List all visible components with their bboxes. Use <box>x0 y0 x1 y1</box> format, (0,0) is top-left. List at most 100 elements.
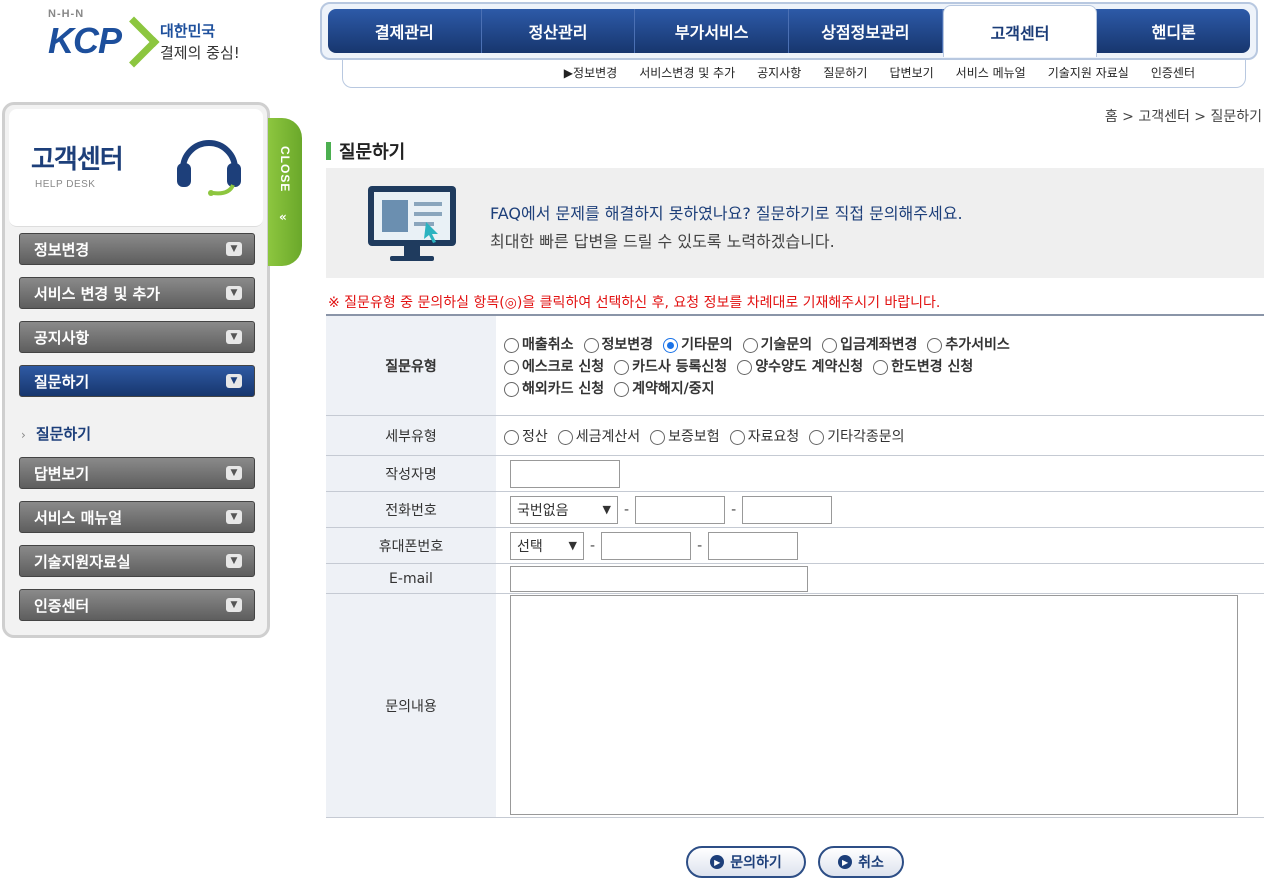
radio-icon <box>822 338 838 353</box>
kcp-logo[interactable]: N-H-N KCP 대한민국 결제의 중심! <box>40 8 270 78</box>
question-form: 질문유형 매출취소 정보변경 기타문의 기술문의 입금계좌변경 추가서비스 에스… <box>326 314 1264 818</box>
mobile-carrier-select[interactable]: 선택 ▼ <box>510 531 584 560</box>
question-type-row: 질문유형 매출취소 정보변경 기타문의 기술문의 입금계좌변경 추가서비스 에스… <box>326 316 1264 416</box>
radio-guarantee-insurance[interactable]: 보증보험 <box>650 426 720 446</box>
subnav-ask[interactable]: 질문하기 <box>823 64 867 81</box>
sub-navigation: ▶정보변경 서비스변경 및 추가 공지사항 질문하기 답변보기 서비스 메뉴얼 … <box>342 58 1246 88</box>
cancel-button[interactable]: ▶ 취소 <box>818 846 904 878</box>
sidebar-item-service-change[interactable]: 서비스 변경 및 추가 ▼ <box>19 277 255 309</box>
phone-last-input[interactable] <box>742 495 833 524</box>
author-input[interactable] <box>510 459 620 488</box>
radio-overseas-card[interactable]: 해외카드 신청 <box>504 378 604 398</box>
arrow-right-icon: ▶ <box>710 855 725 869</box>
subnav-tech-support[interactable]: 기술지원 자료실 <box>1048 64 1129 81</box>
sidebar-item-label: 서비스 변경 및 추가 <box>34 284 161 303</box>
radio-label: 기술문의 <box>760 336 813 353</box>
subnav-cert-center[interactable]: 인증센터 <box>1151 64 1195 81</box>
bullet-icon: › <box>21 428 26 442</box>
logo-tagline-1: 대한민국 <box>160 22 216 40</box>
phone-middle-input[interactable] <box>635 495 726 524</box>
subnav-service-change[interactable]: 서비스변경 및 추가 <box>639 64 735 81</box>
chevron-down-icon: ▼ <box>226 374 242 388</box>
email-cell <box>496 564 1264 593</box>
radio-misc-inquiry[interactable]: 기타각종문의 <box>809 426 905 446</box>
sidebar-close-tab[interactable]: CLOSE « <box>268 118 302 266</box>
mobile-middle-input[interactable] <box>601 531 692 560</box>
sidebar-item-ask[interactable]: 질문하기 ▼ <box>19 365 255 397</box>
sidebar-item-info-change[interactable]: 정보변경 ▼ <box>19 233 255 265</box>
radio-contract-termination[interactable]: 계약해지/중지 <box>614 378 715 398</box>
cancel-label: 취소 <box>858 855 884 871</box>
top-navigation: 결제관리 정산관리 부가서비스 상점정보관리 고객센터 핸디론 <box>320 2 1258 60</box>
sidebar-item-tech-support[interactable]: 기술지원자료실 ▼ <box>19 545 255 577</box>
sidebar-item-cert-center[interactable]: 인증센터 ▼ <box>19 589 255 621</box>
banner-line-1: FAQ에서 문제를 해결하지 못하였나요? 질문하기로 직접 문의해주세요. <box>490 204 963 223</box>
phone-area-select[interactable]: 국번없음 ▼ <box>510 495 618 524</box>
tab-extra-services[interactable]: 부가서비스 <box>635 9 790 53</box>
subnav-info-change[interactable]: ▶정보변경 <box>564 64 617 81</box>
sidebar-item-answers[interactable]: 답변보기 ▼ <box>19 457 255 489</box>
radio-icon <box>873 360 889 375</box>
chevron-down-icon: ▼ <box>226 466 242 480</box>
tab-customer-center[interactable]: 고객센터 <box>942 5 1098 57</box>
radio-label: 해외카드 신청 <box>522 380 605 397</box>
radio-escrow[interactable]: 에스크로 신청 <box>504 356 604 376</box>
radio-limit-change[interactable]: 한도변경 신청 <box>873 356 973 376</box>
radio-label: 추가서비스 <box>945 336 1010 353</box>
radio-icon <box>742 338 758 353</box>
mobile-cell: 선택 ▼ - - <box>496 528 1264 563</box>
question-type-label: 질문유형 <box>326 316 496 415</box>
radio-icon <box>504 360 519 375</box>
subnav-notice[interactable]: 공지사항 <box>757 64 801 81</box>
sidebar-item-label: 서비스 매뉴얼 <box>34 508 123 527</box>
radio-settlement[interactable]: 정산 <box>504 426 548 446</box>
content-textarea[interactable] <box>510 595 1238 815</box>
banner-line-2: 최대한 빠른 답변을 드릴 수 있도록 노력하겠습니다. <box>490 232 835 251</box>
sidebar-item-manual[interactable]: 서비스 매뉴얼 ▼ <box>19 501 255 533</box>
radio-tax-invoice[interactable]: 세금계산서 <box>557 426 640 446</box>
chevron-down-icon: ▼ <box>226 598 242 612</box>
radio-extra-service[interactable]: 추가서비스 <box>927 334 1010 354</box>
subnav-answers[interactable]: 답변보기 <box>889 64 933 81</box>
radio-tech-inquiry[interactable]: 기술문의 <box>742 334 813 354</box>
tab-handyloan[interactable]: 핸디론 <box>1097 9 1250 53</box>
radio-other-inquiry[interactable]: 기타문의 <box>663 334 733 354</box>
content-row: 문의내용 <box>326 594 1264 818</box>
chevron-down-icon: ▼ <box>226 510 242 524</box>
radio-account-change[interactable]: 입금계좌변경 <box>822 334 917 354</box>
close-label: CLOSE <box>278 146 292 193</box>
author-label: 작성자명 <box>326 456 496 491</box>
radio-info-change[interactable]: 정보변경 <box>583 334 653 354</box>
email-input[interactable] <box>510 565 808 592</box>
detail-type-label: 세부유형 <box>326 416 496 455</box>
dash-separator: - <box>624 501 630 518</box>
dash-separator: - <box>697 537 703 554</box>
subnav-manual[interactable]: 서비스 메뉴얼 <box>956 64 1026 81</box>
radio-data-request[interactable]: 자료요청 <box>729 426 799 446</box>
tab-settlement[interactable]: 정산관리 <box>482 9 636 53</box>
author-row: 작성자명 <box>326 456 1264 492</box>
page-title-text: 질문하기 <box>339 142 406 163</box>
sidebar-item-label: 인증센터 <box>34 596 90 615</box>
submit-button[interactable]: ▶ 문의하기 <box>686 846 806 878</box>
breadcrumb: 홈 > 고객센터 > 질문하기 <box>1104 109 1262 125</box>
content-cell <box>496 594 1264 817</box>
author-cell <box>496 456 1264 491</box>
double-chevron-left-icon: « <box>279 210 287 224</box>
sidebar: 고객센터 HELP DESK 정보변경 ▼ 서비스 변경 및 추가 ▼ 공지사항 ▼ … <box>2 102 270 638</box>
mobile-row: 휴대폰번호 선택 ▼ - - <box>326 528 1264 564</box>
sidebar-header: 고객센터 HELP DESK <box>9 109 263 227</box>
tab-store-info[interactable]: 상점정보관리 <box>789 9 943 53</box>
radio-sales-cancel[interactable]: 매출취소 <box>504 334 574 354</box>
sidebar-item-notice[interactable]: 공지사항 ▼ <box>19 321 255 353</box>
sidebar-subitem-ask[interactable]: › 질문하기 <box>21 423 91 444</box>
chevron-down-icon: ▼ <box>602 503 611 516</box>
radio-label: 양수양도 계약신청 <box>755 358 864 375</box>
mobile-last-input[interactable] <box>708 531 799 560</box>
radio-transfer-contract[interactable]: 양수양도 계약신청 <box>737 356 863 376</box>
email-row: E-mail <box>326 564 1264 594</box>
content-label: 문의내용 <box>326 594 496 817</box>
radio-card-registration[interactable]: 카드사 등록신청 <box>614 356 727 376</box>
chevron-down-icon: ▼ <box>226 554 242 568</box>
tab-payment[interactable]: 결제관리 <box>328 9 482 53</box>
